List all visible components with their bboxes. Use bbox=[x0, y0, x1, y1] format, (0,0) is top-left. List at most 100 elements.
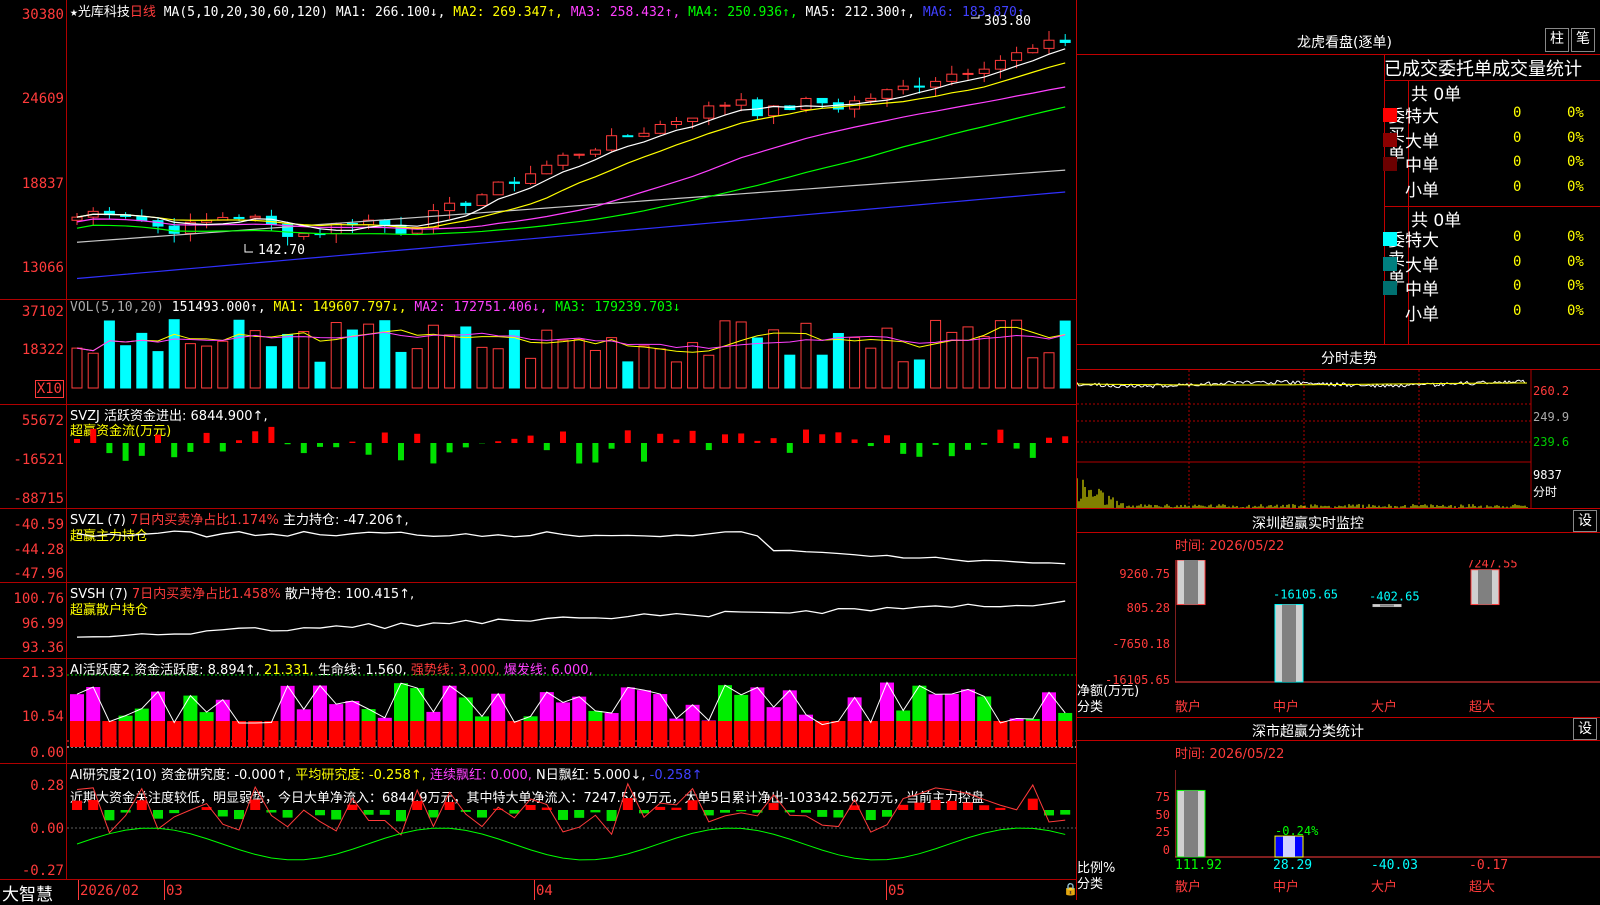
svzl-chart[interactable] bbox=[67, 509, 1076, 582]
svzj-bar bbox=[933, 443, 939, 445]
svzj-bar bbox=[220, 443, 226, 451]
buy-row-count: 0 bbox=[1513, 154, 1521, 170]
ma6-line bbox=[77, 192, 1065, 279]
sell-row-label: 小单 bbox=[1405, 300, 1439, 325]
buy-row-label: 中单 bbox=[1405, 151, 1439, 176]
svzj-bar bbox=[900, 443, 906, 454]
candle-body bbox=[461, 203, 471, 205]
lock-icon[interactable]: 🔒 bbox=[1063, 882, 1078, 896]
sz-monitor-bar-shade bbox=[1184, 560, 1198, 605]
activity-base-bar bbox=[378, 721, 392, 747]
svzj-bar bbox=[187, 443, 193, 452]
svzj-bar bbox=[349, 442, 355, 443]
research-bar bbox=[769, 803, 779, 810]
activity-base-bar bbox=[686, 721, 700, 747]
svzj-bar bbox=[852, 439, 858, 443]
candle-body bbox=[688, 118, 698, 121]
ai-research-axis: 0.28 0.00 -0.27 bbox=[0, 764, 64, 879]
candle-body bbox=[623, 136, 633, 137]
activity-base-bar bbox=[232, 721, 246, 747]
sz-class-settings-button[interactable]: 设 bbox=[1573, 718, 1597, 740]
research-bar bbox=[688, 800, 698, 810]
sz-class-time: 时间: 2026/05/22 bbox=[1175, 743, 1284, 762]
activity-base-bar bbox=[605, 721, 619, 747]
activity-base-bar bbox=[362, 721, 376, 747]
pen-toggle-button[interactable]: 笔 bbox=[1571, 28, 1595, 52]
candle-body bbox=[607, 136, 617, 150]
sz-monitor-settings-button[interactable]: 设 bbox=[1573, 510, 1597, 532]
svzj-bar bbox=[1014, 443, 1020, 449]
buy-color-swatch bbox=[1383, 133, 1397, 147]
research-bar bbox=[72, 801, 82, 810]
research-bar bbox=[380, 810, 390, 815]
svzj-bar bbox=[139, 443, 145, 456]
svzj-tick: -16521 bbox=[13, 452, 64, 468]
research-bar bbox=[169, 810, 179, 813]
candle-body bbox=[428, 211, 438, 228]
research-bar bbox=[1028, 799, 1038, 810]
ai-active-chart[interactable] bbox=[67, 659, 1076, 763]
svzj-bar bbox=[544, 443, 550, 450]
volume-bar bbox=[542, 330, 552, 388]
activity-base-bar bbox=[702, 721, 716, 747]
buy-row-label: 小单 bbox=[1405, 176, 1439, 201]
volume-bar bbox=[461, 327, 471, 388]
research-bar bbox=[283, 810, 293, 818]
svzj-chart[interactable] bbox=[67, 405, 1076, 508]
fenshi-chart[interactable] bbox=[1077, 370, 1600, 508]
activity-base-bar bbox=[248, 721, 262, 747]
volume-bar bbox=[720, 321, 730, 388]
svsh-chart[interactable] bbox=[67, 583, 1076, 658]
fenshi-tick: 260.2 bbox=[1533, 384, 1569, 398]
sell-row-pct: 0% bbox=[1567, 254, 1584, 270]
research-bar bbox=[396, 810, 406, 821]
volume-bar bbox=[1060, 321, 1070, 388]
candle-body bbox=[914, 86, 924, 87]
sz-class-tick: 75 bbox=[1137, 790, 1170, 804]
ai-research-tick: 0.00 bbox=[30, 821, 64, 837]
volume-chart[interactable] bbox=[67, 300, 1076, 404]
column-toggle-button[interactable]: 柱 bbox=[1545, 28, 1569, 52]
volume-bar bbox=[396, 352, 406, 388]
svzj-bar bbox=[1046, 438, 1052, 443]
svzj-bar bbox=[528, 436, 534, 443]
volume-bar bbox=[202, 346, 212, 388]
activity-base-bar bbox=[540, 721, 554, 747]
research-bar bbox=[914, 803, 924, 810]
main-chart-area[interactable]: 30380 24609 18837 13066 ★光库科技日线 MA(5,10,… bbox=[0, 0, 1077, 900]
candlestick-chart[interactable] bbox=[67, 0, 1076, 299]
research-bar bbox=[250, 800, 260, 810]
volume-bar bbox=[736, 322, 746, 388]
sz-monitor-category: 散户 bbox=[1175, 696, 1201, 715]
fenshi-vol-tick: 9837 bbox=[1533, 468, 1562, 482]
svzj-bar bbox=[366, 443, 372, 455]
volume-bar bbox=[347, 330, 357, 388]
volume-bar bbox=[833, 333, 843, 388]
sz-monitor-chart[interactable]: 9260.75-16105.65-402.657247.55 bbox=[1175, 560, 1600, 685]
candle-body bbox=[509, 182, 519, 183]
svzj-bar bbox=[236, 440, 242, 443]
activity-base-bar bbox=[750, 721, 764, 747]
research-bar bbox=[428, 810, 438, 817]
svzj-bar bbox=[690, 431, 696, 443]
ai-research-chart[interactable] bbox=[67, 764, 1076, 879]
sz-class-value: -0.17 bbox=[1469, 858, 1508, 873]
svzj-bar bbox=[884, 435, 890, 443]
ma2-line bbox=[77, 63, 1065, 228]
sz-monitor-xlabel: 分类 bbox=[1077, 696, 1103, 715]
volume-bar bbox=[1028, 358, 1038, 388]
volume-bar bbox=[558, 340, 568, 388]
volume-bar bbox=[704, 355, 714, 388]
svzj-bar bbox=[155, 435, 161, 443]
activity-base-bar bbox=[977, 721, 991, 747]
svzj-bar bbox=[916, 443, 922, 457]
volume-bar bbox=[623, 362, 633, 388]
research-bar bbox=[445, 802, 455, 810]
sz-class-chart[interactable] bbox=[1175, 770, 1600, 860]
volume-bar bbox=[493, 349, 503, 388]
svzj-bar bbox=[414, 434, 420, 443]
volume-bar bbox=[931, 320, 941, 388]
activity-base-bar bbox=[183, 721, 197, 747]
sz-monitor-bar-label: -402.65 bbox=[1369, 590, 1420, 604]
ai-research-tick: -0.27 bbox=[22, 863, 64, 879]
